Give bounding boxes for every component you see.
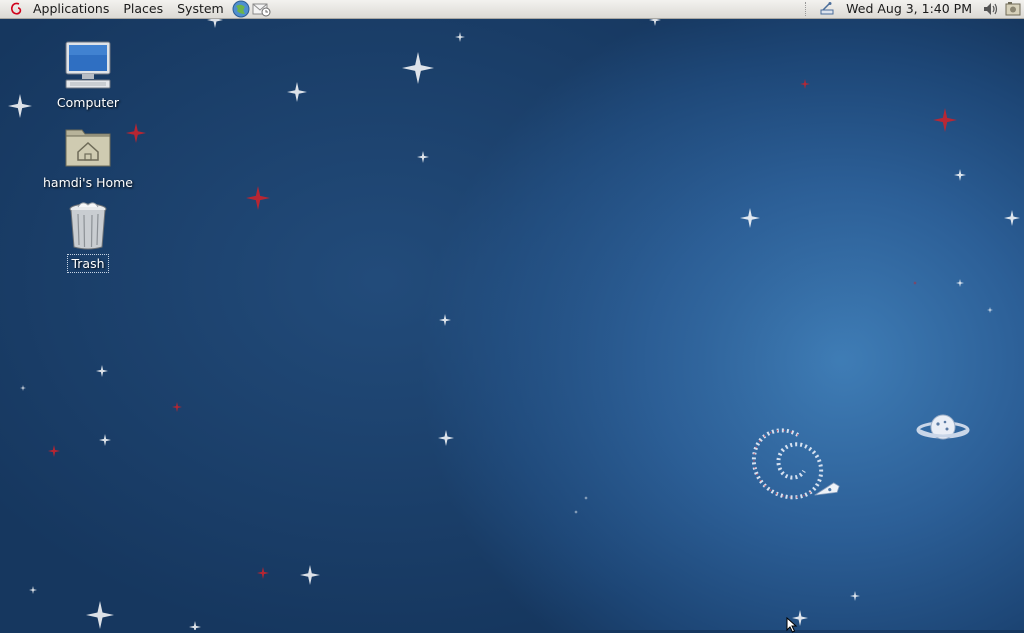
wallpaper-star: [86, 601, 114, 629]
desktop-icon-label: hamdi's Home: [42, 175, 133, 190]
menu-applications[interactable]: Applications: [26, 0, 116, 18]
wallpaper-star: [172, 402, 182, 412]
wallpaper-star: [29, 586, 37, 594]
home-folder-icon: [62, 120, 114, 172]
desktop-icon-label: Computer: [56, 95, 120, 110]
planet-decoration: [916, 414, 970, 440]
wallpaper-star: [913, 281, 917, 285]
network-icon[interactable]: [816, 0, 838, 18]
panel-separator: [805, 2, 812, 16]
wallpaper-star: [439, 314, 451, 326]
desktop-icon-home[interactable]: hamdi's Home: [38, 120, 138, 191]
wallpaper-star: [300, 565, 320, 585]
wallpaper-star: [933, 108, 957, 132]
wallpaper-star: [8, 94, 32, 118]
wallpaper-star: [20, 385, 26, 391]
screenshot-icon[interactable]: [1002, 0, 1024, 18]
wallpaper-star: [257, 567, 269, 579]
menu-places[interactable]: Places: [116, 0, 170, 18]
web-browser-icon[interactable]: [231, 0, 251, 18]
computer-icon: [62, 40, 114, 92]
wallpaper-star: [438, 430, 454, 446]
mouse-cursor-icon: [786, 617, 798, 633]
wallpaper-star: [189, 621, 201, 630]
trash-icon: [62, 200, 114, 252]
wallpaper-stars: [8, 12, 1020, 630]
wallpaper-star: [417, 151, 429, 163]
debian-swirl-decoration: [751, 428, 840, 500]
wallpaper-star: [954, 169, 966, 181]
wallpaper-star: [96, 365, 108, 377]
desktop-icon-trash[interactable]: Trash: [38, 200, 138, 273]
wallpaper-star: [800, 79, 810, 89]
desktop-icon-computer[interactable]: Computer: [38, 40, 138, 111]
wallpaper-star: [850, 591, 860, 601]
menu-system[interactable]: System: [170, 0, 231, 18]
wallpaper-star: [246, 186, 270, 210]
debian-logo-icon[interactable]: [8, 0, 26, 18]
wallpaper-star: [99, 434, 111, 446]
wallpaper-star: [574, 510, 578, 514]
wallpaper-star: [1004, 210, 1020, 226]
mail-client-icon[interactable]: [251, 0, 271, 18]
desktop-icon-label: Trash: [67, 254, 109, 273]
panel-clock[interactable]: Wed Aug 3, 1:40 PM: [838, 0, 980, 18]
wallpaper-star: [48, 445, 60, 457]
wallpaper-star: [287, 82, 307, 102]
wallpaper-star: [402, 52, 434, 84]
top-panel: Applications Places System Wed Aug 3, 1:…: [0, 0, 1024, 19]
wallpaper-star: [740, 208, 760, 228]
wallpaper-star: [455, 32, 465, 42]
volume-icon[interactable]: [980, 0, 1002, 18]
wallpaper-star: [987, 307, 993, 313]
wallpaper-star: [956, 279, 964, 287]
wallpaper-star: [584, 496, 588, 500]
